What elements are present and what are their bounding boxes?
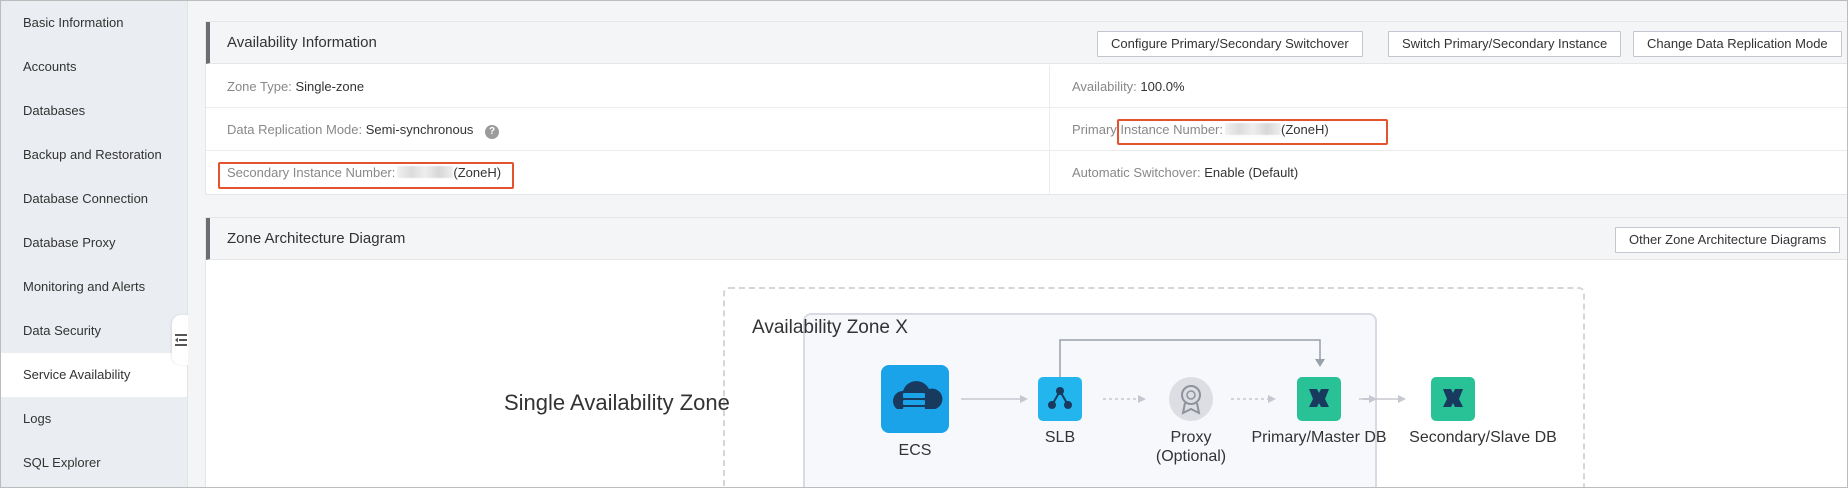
secondary-db-label: Secondary/Slave DB bbox=[1409, 429, 1557, 446]
slb-label: SLB bbox=[1044, 429, 1076, 446]
primary-db-icon bbox=[1297, 377, 1341, 421]
console-window: Basic Information Accounts Databases Bac… bbox=[0, 0, 1848, 488]
secondary-db-icon bbox=[1431, 377, 1475, 421]
primary-db-label: Primary/Master DB bbox=[1251, 429, 1387, 446]
proxy-label: Proxy bbox=[1170, 429, 1212, 446]
architecture-diagram bbox=[881, 339, 1475, 433]
ecs-label: ECS bbox=[898, 442, 932, 459]
proxy-badge-icon bbox=[1169, 377, 1213, 421]
proxy-optional-label: (Optional) bbox=[1155, 448, 1227, 465]
slb-icon bbox=[1038, 377, 1082, 421]
ecs-cloud-icon bbox=[881, 365, 949, 433]
